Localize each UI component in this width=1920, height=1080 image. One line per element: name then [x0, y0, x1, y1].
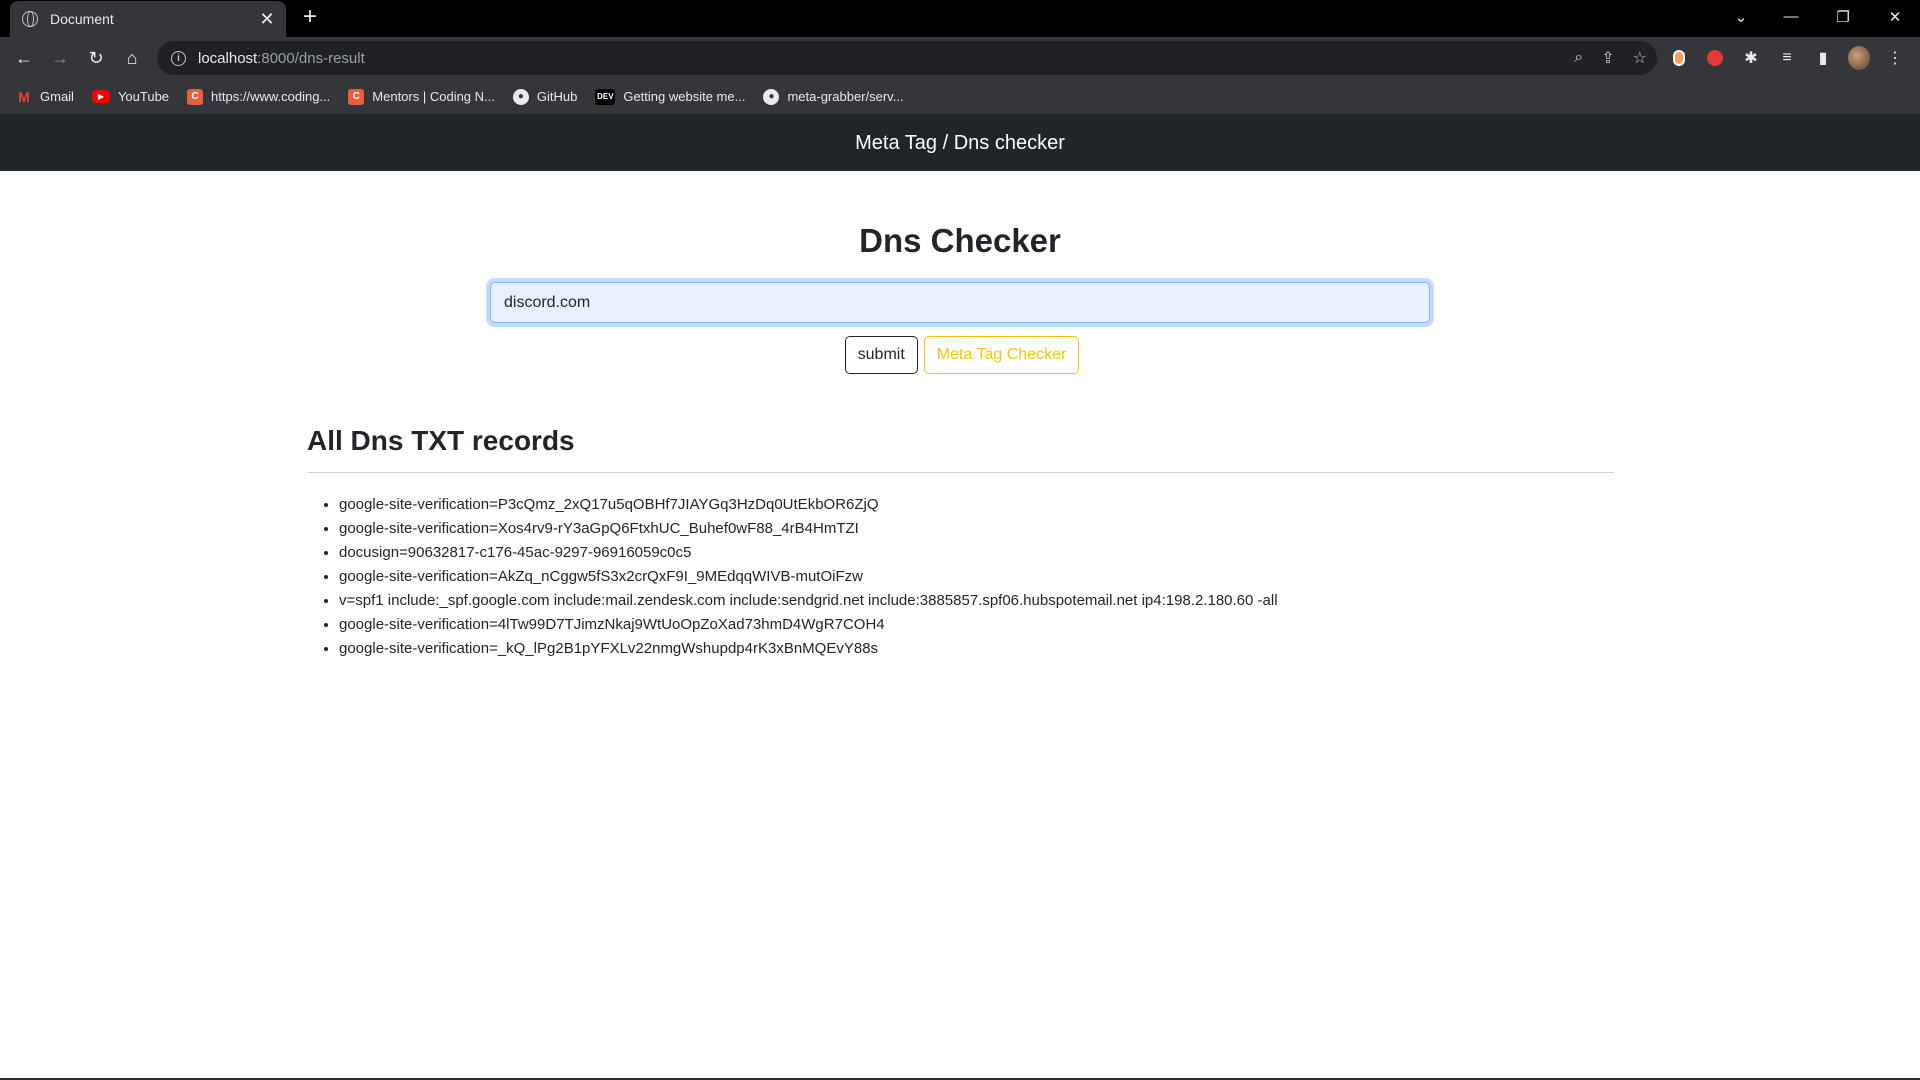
record-item: docusign=90632817-c176-45ac-9297-9691605…	[339, 541, 1614, 565]
url-host: localhost	[198, 49, 258, 67]
bookmarks-bar: M Gmail ▶ YouTube Chttps://www.coding... C…	[0, 79, 1920, 115]
restore-button[interactable]: ❐	[1820, 0, 1866, 33]
extension-icon[interactable]	[1668, 47, 1690, 69]
gmail-icon: M	[18, 88, 30, 105]
site-navbar: Meta Tag / Dns checker	[0, 115, 1920, 171]
meta-tag-checker-button[interactable]: Meta Tag Checker	[923, 336, 1080, 374]
record-item: google-site-verification=_kQ_lPg2B1pYFXL…	[339, 637, 1614, 661]
browser-toolbar: ← → ↻ ⌂ i localhost:8000/dns-result ⌕ ⇪ …	[0, 37, 1920, 79]
codingninjas-icon: C	[187, 88, 204, 105]
new-tab-button[interactable]: +	[298, 3, 322, 31]
url-path: :8000/dns-result	[257, 49, 365, 67]
tab-title: Document	[50, 11, 114, 27]
bookmark-gmail[interactable]: M Gmail	[16, 89, 74, 105]
txt-records-section: All Dns TXT records google-site-verifica…	[307, 425, 1614, 661]
domain-input-wrapper	[490, 282, 1430, 323]
site-info-icon[interactable]: i	[171, 50, 186, 66]
close-tab-icon[interactable]: ✕	[258, 10, 276, 28]
bookmark-dev[interactable]: DEV Getting website me...	[595, 88, 745, 105]
records-list: google-site-verification=P3cQmz_2xQ17u5q…	[307, 493, 1614, 661]
reload-icon[interactable]: ↻	[79, 41, 113, 75]
navbar-brand[interactable]: Meta Tag / Dns checker	[855, 132, 1065, 155]
extension-icon[interactable]	[1704, 47, 1726, 69]
button-row: submit Meta Tag Checker	[0, 336, 1920, 374]
globe-icon	[22, 11, 38, 27]
menu-kebab-icon[interactable]: ⋮	[1884, 47, 1906, 69]
records-heading: All Dns TXT records	[307, 425, 1614, 473]
page-viewport: Meta Tag / Dns checker Dns Checker submi…	[0, 115, 1920, 1078]
browser-tab-strip: Document ✕ +	[0, 0, 1920, 37]
minimize-button[interactable]: —	[1768, 0, 1814, 33]
record-item: google-site-verification=AkZq_nCggw5fS3x…	[339, 565, 1614, 589]
forward-icon[interactable]: →	[43, 41, 77, 75]
bookmark-mentors[interactable]: C Mentors | Coding N...	[348, 88, 495, 105]
home-icon[interactable]: ⌂	[115, 41, 149, 75]
media-control-icon[interactable]: ≡	[1776, 47, 1798, 69]
browser-tab[interactable]: Document ✕	[10, 1, 286, 37]
bookmark-star-icon[interactable]: ☆	[1633, 48, 1647, 68]
address-bar[interactable]: i localhost:8000/dns-result ⌕ ⇪ ☆	[157, 41, 1657, 75]
page-title: Dns Checker	[859, 222, 1061, 259]
record-item: google-site-verification=4lTw99D7TJimzNk…	[339, 613, 1614, 637]
share-icon[interactable]: ⇪	[1601, 48, 1614, 68]
tab-search-icon[interactable]: ⌄	[1718, 0, 1764, 33]
github-icon: ●	[763, 88, 780, 105]
record-item: google-site-verification=Xos4rv9-rY3aGpQ…	[339, 517, 1614, 541]
github-icon: ●	[512, 88, 529, 105]
zoom-icon[interactable]: ⌕	[1574, 49, 1583, 67]
bookmark-github[interactable]: ● GitHub	[512, 88, 577, 105]
side-panel-icon[interactable]: ▮	[1812, 47, 1834, 69]
dev-icon: DEV	[595, 88, 616, 105]
submit-button[interactable]: submit	[844, 336, 918, 374]
profile-avatar[interactable]	[1848, 46, 1870, 70]
close-window-button[interactable]: ✕	[1872, 0, 1918, 33]
record-item: v=spf1 include:_spf.google.com include:m…	[339, 589, 1614, 613]
record-item: google-site-verification=P3cQmz_2xQ17u5q…	[339, 493, 1614, 517]
bookmark-youtube[interactable]: ▶ YouTube	[91, 89, 169, 104]
bookmark-coding[interactable]: Chttps://www.coding...	[187, 88, 330, 105]
bookmark-meta-grabber[interactable]: ● meta-grabber/serv...	[763, 88, 904, 105]
puzzle-extensions-icon[interactable]: ✱	[1740, 47, 1762, 69]
back-icon[interactable]: ←	[7, 41, 41, 75]
domain-input[interactable]	[490, 282, 1430, 323]
codingninjas-icon: C	[348, 88, 365, 105]
youtube-icon: ▶	[91, 90, 110, 103]
